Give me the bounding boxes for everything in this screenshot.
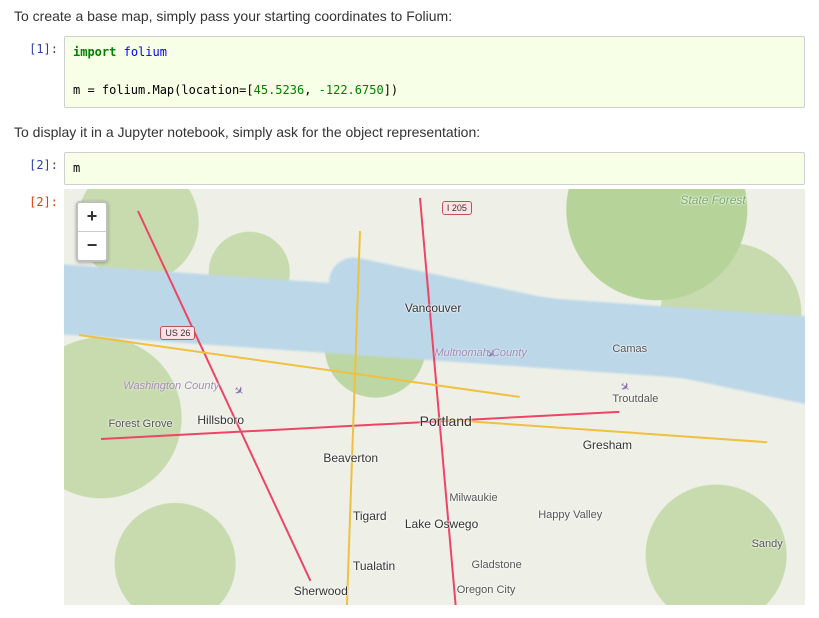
code-line-2-post: ]) <box>384 83 398 97</box>
label-forest-grove: Forest Grove <box>108 418 172 430</box>
keyword-import: import <box>73 45 116 59</box>
label-beaverton: Beaverton <box>323 451 378 465</box>
label-gladstone: Gladstone <box>472 559 522 571</box>
label-tualatin: Tualatin <box>353 559 395 573</box>
label-sandy: Sandy <box>752 538 783 550</box>
label-tigard: Tigard <box>353 509 387 523</box>
label-oregon-city: Oregon City <box>457 584 516 596</box>
code-cell-2: [2]: m <box>14 152 805 185</box>
shield-us26: US 26 <box>160 326 195 340</box>
code-sep: , <box>304 83 318 97</box>
code-lat: 45.5236 <box>254 83 305 97</box>
label-state-forest: State Forest <box>680 193 745 207</box>
label-milwaukie: Milwaukie <box>449 492 497 504</box>
input-prompt-2: [2]: <box>14 152 64 172</box>
map-terrain <box>64 189 805 605</box>
zoom-out-button[interactable]: − <box>78 231 106 260</box>
intro-text-1: To create a base map, simply pass your s… <box>14 8 805 24</box>
code-cell-1: [1]: import folium m = folium.Map(locati… <box>14 36 805 108</box>
code-line-2-pre: m = folium.Map(location=[ <box>73 83 254 97</box>
label-vancouver: Vancouver <box>405 301 461 315</box>
output-cell-2: [2]: I 205 US 26 ✈ ✈ ✈ State Forest Vanc… <box>14 189 805 605</box>
code-lon: -122.6750 <box>319 83 384 97</box>
folium-map[interactable]: I 205 US 26 ✈ ✈ ✈ State Forest Vancouver… <box>64 189 805 605</box>
label-troutdale: Troutdale <box>612 393 658 405</box>
zoom-control: + − <box>76 201 108 262</box>
label-happy-valley: Happy Valley <box>538 509 602 521</box>
label-washington-county: Washington County <box>123 380 219 392</box>
label-hillsboro: Hillsboro <box>197 413 244 427</box>
label-gresham: Gresham <box>583 438 632 452</box>
label-lake-oswego: Lake Oswego <box>405 517 478 531</box>
code-input-1[interactable]: import folium m = folium.Map(location=[4… <box>64 36 805 108</box>
zoom-in-button[interactable]: + <box>78 203 106 231</box>
code-input-2[interactable]: m <box>64 152 805 185</box>
label-multnomah-county: Multnomah County <box>435 347 527 359</box>
label-portland: Portland <box>420 413 472 429</box>
shield-i205: I 205 <box>442 201 472 215</box>
output-prompt-2: [2]: <box>14 189 64 209</box>
module-name: folium <box>124 45 167 59</box>
label-camas: Camas <box>612 343 647 355</box>
label-sherwood: Sherwood <box>294 584 348 598</box>
input-prompt-1: [1]: <box>14 36 64 56</box>
intro-text-2: To display it in a Jupyter notebook, sim… <box>14 124 805 140</box>
